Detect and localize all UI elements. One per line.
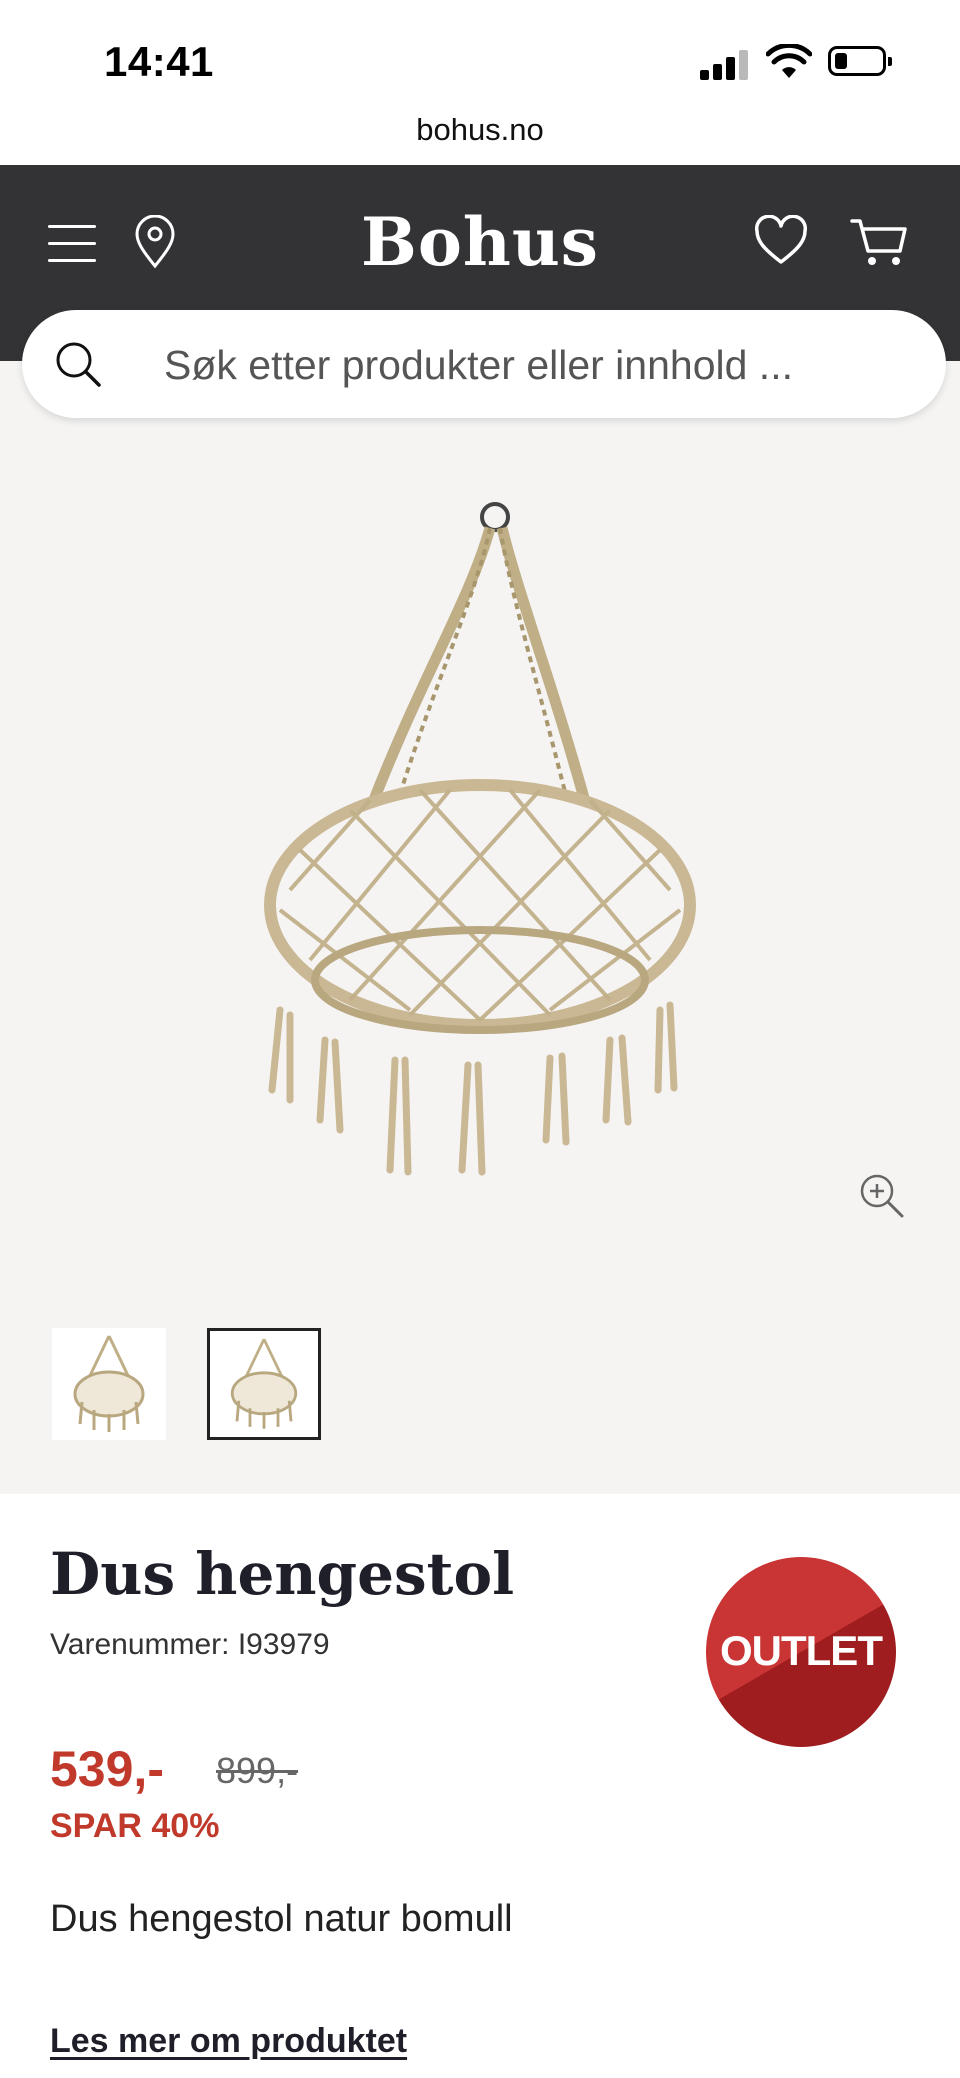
zoom-in-icon[interactable] <box>858 1172 904 1218</box>
search-input[interactable] <box>162 332 906 398</box>
status-bar: 14:41 bohus.no <box>0 0 960 147</box>
original-price: 899,- <box>216 1750 299 1791</box>
gallery-thumbnail[interactable] <box>52 1328 166 1440</box>
current-price: 539,- <box>50 1741 164 1797</box>
address-bar-url[interactable]: bohus.no <box>0 112 960 148</box>
wifi-icon <box>766 44 812 78</box>
search-bar[interactable] <box>22 310 946 418</box>
savings-label: SPAR 40% <box>50 1807 220 1845</box>
cellular-signal-icon <box>700 48 752 80</box>
battery-icon <box>828 46 892 76</box>
search-icon[interactable] <box>54 340 102 388</box>
read-more-link[interactable]: Les mer om produktet <box>50 2022 407 2061</box>
status-time: 14:41 <box>104 38 214 85</box>
heart-icon[interactable] <box>754 215 808 267</box>
product-sku: Varenummer: I93979 <box>50 1628 330 1661</box>
outlet-badge-label: OUTLET <box>720 1627 883 1674</box>
gallery-thumbnail-selected[interactable] <box>207 1328 321 1440</box>
product-title: Dus hengestol <box>50 1540 515 1608</box>
site-logo[interactable]: Bohus <box>0 203 960 281</box>
shopping-cart-icon[interactable] <box>850 215 908 269</box>
product-description: Dus hengestol natur bomull <box>50 1898 513 1940</box>
product-image[interactable] <box>250 490 710 1190</box>
outlet-badge: OUTLET <box>706 1557 896 1747</box>
